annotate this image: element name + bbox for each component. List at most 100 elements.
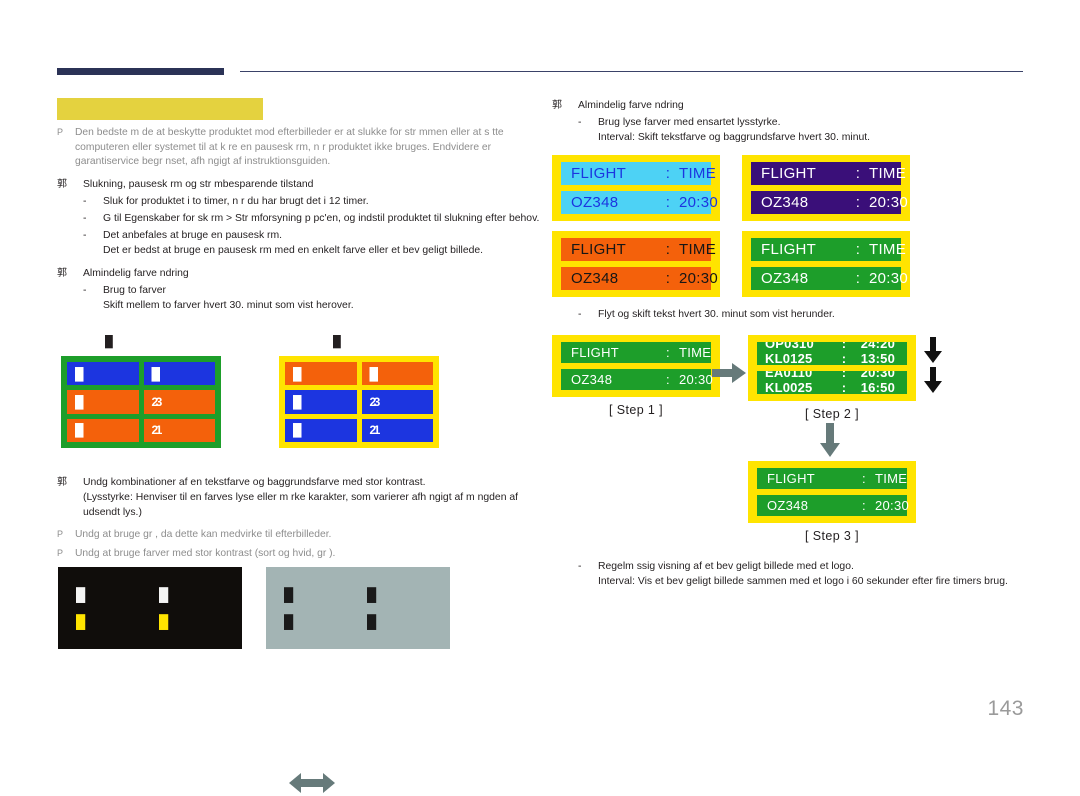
board-time-label: TIME [869, 241, 907, 259]
dash-icon: - [578, 117, 582, 128]
section-3-heading: 郭 Undg kombinationer af en tekstfarve og… [57, 475, 543, 490]
board-data-row: OZ348 : 20:30 [561, 191, 718, 215]
board-flight-value: OZ348 [761, 270, 809, 288]
board-colon: : [855, 270, 861, 288]
board-flight-value: OZ348 [761, 194, 809, 212]
grid-cell: █ [285, 418, 357, 442]
panel-cell: █ [159, 614, 168, 629]
header-rule-dark [57, 68, 224, 75]
board-time-value: 20:30 [875, 497, 910, 513]
board-colon: : [841, 379, 847, 394]
board-header-row: FLIGHT : TIME [561, 341, 711, 363]
scroll-time: 16:50 [860, 379, 895, 394]
grid-cell: █ [285, 362, 357, 386]
board-header-row: FLIGHT : TIME [751, 238, 906, 262]
board-time-label: TIME [875, 470, 908, 486]
contrast-panel-black: █ █ █ █ [58, 567, 242, 649]
section-bullet-icon: 郭 [552, 100, 562, 111]
panel-cell: █ [367, 614, 376, 629]
right-section-1-item-text: Brug lyse farver med ensartet lysstyrke. [598, 117, 781, 128]
section-2-heading-text: Almindelig farve ndring [83, 267, 189, 279]
left-column: P Den bedste m de at beskytte produktet … [57, 126, 543, 313]
board-colon: : [841, 341, 847, 351]
note-1: P Den bedste m de at beskytte produktet … [57, 126, 543, 170]
panel-cell: █ [284, 587, 293, 602]
grid-cell: █ [67, 418, 139, 442]
board-flight-label: FLIGHT [571, 241, 627, 259]
section-1-item-2: - G til Egenskaber for sk rm > Str mfors… [57, 211, 543, 226]
note-2: P Undg at bruge gr , da dette kan medvir… [57, 528, 543, 543]
board-flight-label: FLIGHT [767, 470, 816, 486]
scroll-line: KL0025 : 16:50 [757, 380, 907, 394]
step-2-label: [ Step 2 ] [804, 406, 860, 421]
panel-cell: █ [159, 587, 168, 602]
board-data-row: OZ348 : 20:30 [751, 191, 908, 215]
board-time-value: 20:30 [679, 371, 714, 387]
grid-cell: 21 [361, 418, 433, 442]
dash-icon: - [83, 230, 87, 242]
arrow-down-large-icon [820, 422, 840, 457]
flight-board-cyan: FLIGHT : TIME OZ348 : 20:30 [552, 155, 720, 222]
scroll-note-text: Flyt og skift tekst hvert 30. minut som … [598, 309, 835, 321]
flight-board-green: FLIGHT : TIME OZ348 : 20:30 [742, 231, 910, 298]
scroll-flight: KL0125 [765, 350, 813, 365]
section-1-item-1: - Sluk for produktet i to timer, n r du … [57, 194, 543, 209]
board-header-row: FLIGHT : TIME [751, 162, 906, 186]
section-2-item-sub: Skift mellem to farver hvert 30. minut s… [103, 299, 354, 311]
board-colon: : [665, 270, 671, 288]
grid-cell: █ [361, 362, 433, 386]
step-1-label: [ Step 1 ] [608, 402, 664, 417]
footer-note-item: - Regelm ssig visning af et bev geligt b… [552, 559, 1032, 574]
scroll-window-upper: OP0310 : 24:20 KL0125 : 13:50 [757, 341, 907, 365]
board-flight-label: FLIGHT [761, 241, 817, 259]
step-2: OP0310 : 24:20 KL0125 : 13:50 EA0110: 2… [748, 334, 916, 421]
document-page: P Den bedste m de at beskytte produktet … [0, 0, 1080, 793]
dash-icon: - [83, 212, 87, 224]
scroll-note: - Flyt og skift tekst hvert 30. minut so… [552, 307, 1032, 322]
flight-board-purple: FLIGHT : TIME OZ348 : 20:30 [742, 155, 910, 222]
board-colon: : [666, 371, 670, 387]
note-mark-icon: P [57, 127, 64, 137]
board-colon: : [665, 241, 671, 259]
right-section-1-heading-text: Almindelig farve ndring [578, 100, 684, 111]
footer-note-item-text: Regelm ssig visning af et bev geligt bil… [598, 560, 854, 572]
board-time-value: 20:30 [679, 194, 719, 212]
figure-grid-green: █ █ █ 23 █ 21 [61, 356, 221, 448]
board-flight-value: OZ348 [571, 270, 619, 288]
right-section-1-heading: 郭 Almindelig farve ndring [552, 98, 1032, 113]
scroll-flight: KL0025 [765, 379, 813, 394]
grid-cell: 21 [143, 418, 215, 442]
grid-cell: 23 [361, 390, 433, 414]
board-flight-label: FLIGHT [571, 344, 620, 360]
dash-icon: - [83, 195, 87, 207]
section-2-item-text: Brug to farver [103, 284, 166, 296]
arrow-down-icon [924, 366, 942, 393]
figure-right-caption: █ [333, 336, 341, 348]
arrow-down-icon [924, 336, 942, 363]
board-data-row: OZ348 : 20:30 [561, 368, 714, 390]
step-3-label: [ Step 3 ] [804, 528, 860, 543]
right-section-1-item-sub: Interval: Skift tekstfarve og baggrundsf… [598, 132, 871, 144]
two-color-figures: █ █ █ █ █ 23 █ 21 █ █ █ 23 █ 21 [57, 336, 543, 793]
board-header-row: FLIGHT : TIME [561, 238, 716, 262]
flight-boards-row-2: FLIGHT : TIME OZ348 : 20:30 FLIGHT : TIM… [552, 231, 1032, 298]
board-colon: : [855, 241, 861, 259]
board-time-label: TIME [679, 241, 717, 259]
board-data-row: OZ348 : 20:30 [561, 267, 718, 291]
figure-grid-yellow: █ █ █ 23 █ 21 [279, 356, 439, 448]
board-header-row: FLIGHT : TIME [757, 467, 908, 489]
right-section-1-item: - Brug lyse farver med ensartet lysstyrk… [552, 115, 1032, 130]
note-1-text: Den bedste m de at beskytte produktet mo… [75, 127, 504, 168]
board-colon: : [855, 165, 861, 183]
grid-cell: █ [67, 362, 139, 386]
scroll-flight: OP0310 [765, 341, 814, 351]
grid-cell: 23 [143, 390, 215, 414]
grid-cell: █ [143, 362, 215, 386]
board-flight-label: FLIGHT [571, 165, 627, 183]
section-bullet-icon: 郭 [57, 178, 67, 190]
section-1-item-2-text: G til Egenskaber for sk rm > Str mforsyn… [103, 212, 540, 224]
panel-cell: █ [76, 587, 85, 602]
note-2-text: Undg at bruge gr , da dette kan medvirke… [75, 529, 332, 541]
board-data-row: OZ348 : 20:30 [751, 267, 908, 291]
board-colon: : [665, 194, 671, 212]
